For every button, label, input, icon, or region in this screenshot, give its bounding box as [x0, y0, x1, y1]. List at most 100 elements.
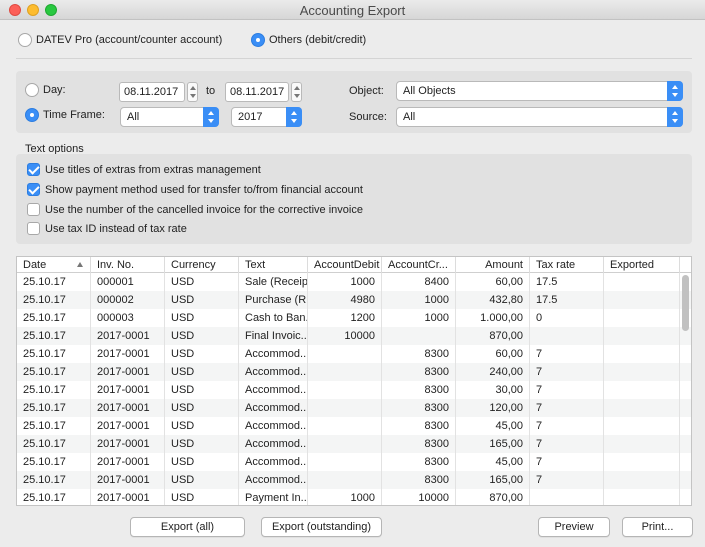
cell-currency: USD: [165, 273, 239, 291]
option-cancelled-invoice-label: Use the number of the cancelled invoice …: [45, 203, 363, 216]
table-header: Date Inv. No. Currency Text AccountDebit…: [17, 257, 691, 273]
radio-others[interactable]: Others (debit/credit): [251, 33, 366, 47]
cell-text: Accommod...: [239, 399, 308, 417]
column-header-currency[interactable]: Currency: [165, 257, 239, 273]
table-row[interactable]: 25.10.17 2017-0001 USD Final Invoic... 10000…: [17, 327, 691, 345]
radio-timeframe-label: Time Frame:: [43, 109, 105, 121]
radio-datev-indicator[interactable]: [18, 33, 32, 47]
year-select-arrows-icon[interactable]: [286, 107, 302, 127]
source-select-arrows-icon[interactable]: [667, 107, 683, 127]
cell-account-credit: 8300: [382, 471, 456, 489]
table-row[interactable]: 25.10.17 2017-0001 USD Accommod... 8300 45,00…: [17, 453, 691, 471]
cell-currency: USD: [165, 417, 239, 435]
cell-currency: USD: [165, 453, 239, 471]
cell-tax-rate: 7: [530, 453, 604, 471]
option-cancelled-invoice-checkbox[interactable]: [27, 203, 40, 216]
option-payment-method[interactable]: Show payment method used for transfer to…: [27, 183, 363, 196]
column-header-inv-no[interactable]: Inv. No.: [91, 257, 165, 273]
option-payment-method-checkbox[interactable]: [27, 183, 40, 196]
cell-date: 25.10.17: [17, 435, 91, 453]
date-to-field[interactable]: 08.11.2017: [225, 82, 289, 102]
cell-inv-no: 000002: [91, 291, 165, 309]
table-row[interactable]: 25.10.17000001USDSale (Receip...10008400…: [17, 273, 691, 291]
radio-day[interactable]: Day:: [25, 83, 66, 97]
cell-inv-no: 2017-0001: [91, 345, 165, 363]
date-to-stepper[interactable]: [291, 82, 302, 102]
cell-currency: USD: [165, 291, 239, 309]
column-header-account-credit[interactable]: AccountCr...: [382, 257, 456, 273]
option-payment-method-label: Show payment method used for transfer to…: [45, 183, 363, 196]
cell-date: 25.10.17: [17, 381, 91, 399]
cell-amount: 870,00: [456, 489, 530, 505]
cell-currency: USD: [165, 435, 239, 453]
cell-inv-no: 000001: [91, 273, 165, 291]
column-header-tax-rate[interactable]: Tax rate: [530, 257, 604, 273]
option-cancelled-invoice[interactable]: Use the number of the cancelled invoice …: [27, 203, 363, 216]
date-from-stepper[interactable]: [187, 82, 198, 102]
cell-currency: USD: [165, 489, 239, 505]
year-select-value: 2017: [238, 111, 263, 123]
cell-tax-rate: 7: [530, 399, 604, 417]
cell-amount: 45,00: [456, 453, 530, 471]
column-header-amount[interactable]: Amount: [456, 257, 530, 273]
cell-exported: [604, 417, 680, 435]
export-outstanding-button[interactable]: Export (outstanding): [261, 517, 382, 537]
cell-text: Sale (Receip...: [239, 273, 308, 291]
option-tax-id[interactable]: Use tax ID instead of tax rate: [27, 222, 187, 235]
cell-currency: USD: [165, 471, 239, 489]
radio-others-indicator[interactable]: [251, 33, 265, 47]
radio-others-label: Others (debit/credit): [269, 34, 367, 46]
year-select[interactable]: 2017: [231, 107, 302, 127]
cell-text: Cash to Ban...: [239, 309, 308, 327]
cell-date: 25.10.17: [17, 273, 91, 291]
date-from-field[interactable]: 08.11.2017: [119, 82, 185, 102]
radio-day-indicator[interactable]: [25, 83, 39, 97]
option-extras-titles-checkbox[interactable]: [27, 163, 40, 176]
table-scrollbar[interactable]: [682, 275, 689, 331]
table-row[interactable]: 25.10.17 2017-0001 USD Accommod... 8300 120,0…: [17, 399, 691, 417]
source-select[interactable]: All: [396, 107, 683, 127]
cell-amount: 1.000,00: [456, 309, 530, 327]
option-tax-id-checkbox[interactable]: [27, 222, 40, 235]
column-header-exported[interactable]: Exported: [604, 257, 680, 273]
cell-date: 25.10.17: [17, 363, 91, 381]
cell-account-debit: [308, 471, 382, 489]
table-row[interactable]: 25.10.17 000003 USD Cash to Ban... 1200 1000 1…: [17, 309, 691, 327]
table-row[interactable]: 25.10.17 2017-0001 USD Accommod... 8300 45,00…: [17, 417, 691, 435]
radio-datev[interactable]: DATEV Pro (account/counter account): [18, 33, 222, 47]
radio-timeframe-indicator[interactable]: [25, 108, 39, 122]
table-row[interactable]: 25.10.17 2017-0001 USD Accommod... 8300 240,0…: [17, 363, 691, 381]
table-row[interactable]: 25.10.17 2017-0001 USD Accommod... 8300 165,0…: [17, 435, 691, 453]
table-row[interactable]: 25.10.17 2017-0001 USD Payment In... 1000 100…: [17, 489, 691, 505]
column-header-date[interactable]: Date: [17, 257, 91, 273]
period-select[interactable]: All: [120, 107, 219, 127]
cell-account-credit: 8400: [382, 273, 456, 291]
cell-amount: 60,00: [456, 345, 530, 363]
cell-amount: 120,00: [456, 399, 530, 417]
export-all-button[interactable]: Export (all): [130, 517, 245, 537]
table-row[interactable]: 25.10.17000002USDPurchase (R...498010004…: [17, 291, 691, 309]
preview-button[interactable]: Preview: [538, 517, 610, 537]
object-select[interactable]: All Objects: [396, 81, 683, 101]
cell-text: Accommod...: [239, 471, 308, 489]
cell-inv-no: 2017-0001: [91, 381, 165, 399]
radio-timeframe[interactable]: Time Frame:: [25, 108, 105, 122]
cell-exported: [604, 489, 680, 505]
cell-date: 25.10.17: [17, 309, 91, 327]
cell-tax-rate: 7: [530, 345, 604, 363]
table-row[interactable]: 25.10.17 2017-0001 USD Accommod... 8300 60,00…: [17, 345, 691, 363]
cell-account-debit: [308, 363, 382, 381]
export-table[interactable]: Date Inv. No. Currency Text AccountDebit…: [16, 256, 692, 506]
cell-amount: 432,80: [456, 291, 530, 309]
column-header-account-debit[interactable]: AccountDebit: [308, 257, 382, 273]
column-header-text[interactable]: Text: [239, 257, 308, 273]
cell-account-debit: [308, 435, 382, 453]
print-button[interactable]: Print...: [622, 517, 693, 537]
cell-tax-rate: 7: [530, 417, 604, 435]
table-row[interactable]: 25.10.17 2017-0001 USD Accommod... 8300 165,0…: [17, 471, 691, 489]
object-select-arrows-icon[interactable]: [667, 81, 683, 101]
object-select-value: All Objects: [403, 85, 456, 97]
table-row[interactable]: 25.10.17 2017-0001 USD Accommod... 8300 30,00…: [17, 381, 691, 399]
period-select-arrows-icon[interactable]: [203, 107, 219, 127]
option-extras-titles[interactable]: Use titles of extras from extras managem…: [27, 163, 261, 176]
